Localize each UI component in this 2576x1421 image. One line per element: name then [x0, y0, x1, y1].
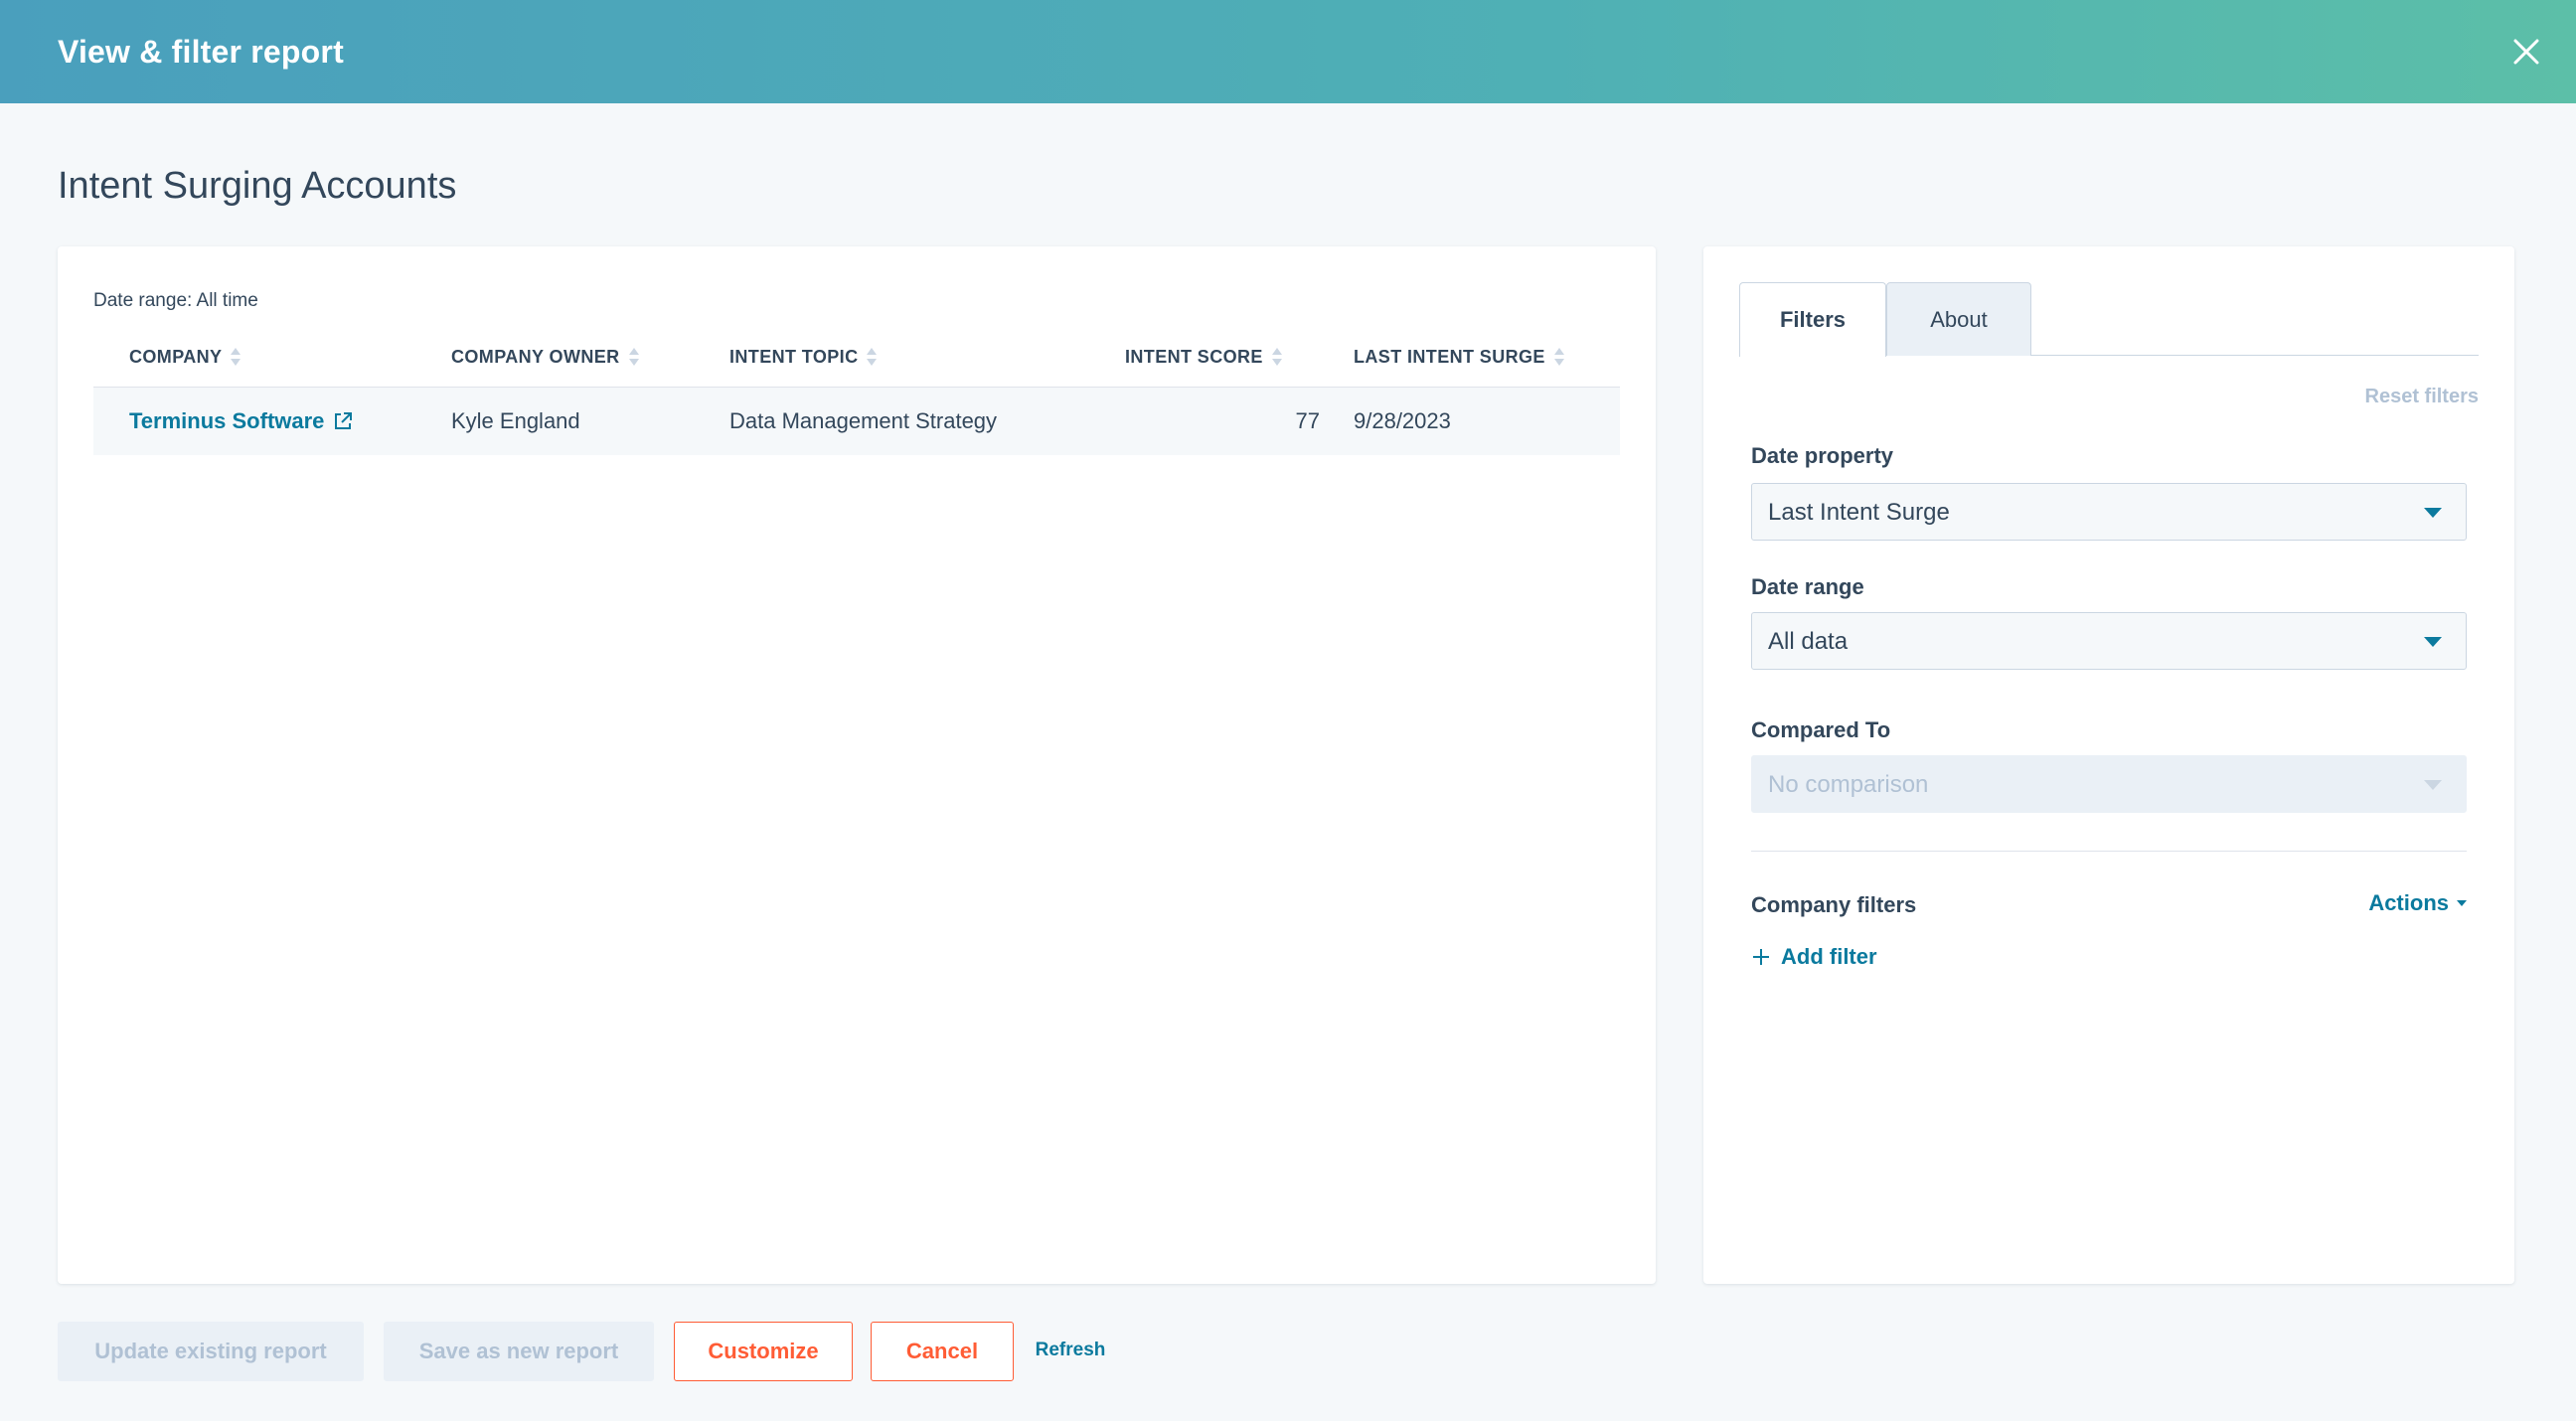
- plus-icon: [1753, 949, 1769, 965]
- sort-icon: [231, 348, 242, 366]
- column-header-label: COMPANY OWNER: [451, 347, 620, 367]
- company-link[interactable]: Terminus Software: [129, 388, 354, 455]
- external-link-icon: [335, 412, 353, 429]
- close-button[interactable]: [2504, 30, 2548, 74]
- compared-to-value: No comparison: [1768, 771, 1929, 798]
- intent-score-cell: 77: [1295, 408, 1320, 433]
- report-table: COMPANY COMPANY OWNER INTENT TOPIC INTEN…: [93, 326, 1620, 455]
- sort-icon: [1271, 348, 1282, 366]
- tab-filters[interactable]: Filters: [1739, 282, 1886, 357]
- column-header-label: COMPANY: [129, 347, 223, 367]
- filter-tabs: Filters About: [1739, 282, 2479, 357]
- table-row: Terminus Software Kyle England Data Mana…: [93, 388, 1620, 455]
- report-table-card: Date range: All time COMPANY COMPANY OWN…: [58, 246, 1656, 1284]
- save-as-new-report-button[interactable]: Save as new report: [384, 1322, 654, 1381]
- intent-topic-cell: Data Management Strategy: [729, 408, 998, 433]
- page-title: Intent Surging Accounts: [58, 165, 457, 207]
- date-range-select[interactable]: All data: [1751, 612, 2467, 670]
- actions-label: Actions: [2368, 890, 2449, 915]
- tab-about[interactable]: About: [1886, 282, 2031, 356]
- modal-header: View & filter report: [0, 0, 2576, 103]
- date-property-label: Date property: [1751, 443, 1894, 468]
- chevron-down-icon: [2424, 637, 2442, 647]
- date-property-value: Last Intent Surge: [1768, 499, 1950, 526]
- sort-icon: [1553, 348, 1564, 366]
- column-header-label: LAST INTENT SURGE: [1354, 347, 1545, 367]
- date-range-label: Date range: All time: [93, 290, 258, 311]
- close-icon: [2513, 39, 2539, 65]
- modal-title: View & filter report: [58, 34, 344, 70]
- sort-icon: [867, 348, 878, 366]
- filters-panel: Filters About Reset filters Date propert…: [1703, 246, 2514, 1284]
- company-name: Terminus Software: [129, 408, 325, 433]
- date-range-value: All data: [1768, 628, 1849, 655]
- chevron-down-icon: [2424, 508, 2442, 518]
- actions-dropdown[interactable]: Actions: [2368, 890, 2467, 916]
- customize-button[interactable]: Customize: [674, 1322, 853, 1381]
- compared-to-label: Compared To: [1751, 717, 1891, 742]
- date-range-field-label: Date range: [1751, 574, 1864, 599]
- table-header: COMPANY COMPANY OWNER INTENT TOPIC INTEN…: [93, 326, 1620, 388]
- date-property-select[interactable]: Last Intent Surge: [1751, 483, 2467, 541]
- column-header-intent-score[interactable]: INTENT SCORE: [1125, 326, 1283, 388]
- reset-filters-button[interactable]: Reset filters: [2365, 386, 2480, 408]
- column-header-company[interactable]: COMPANY: [129, 326, 242, 388]
- compared-to-select: No comparison: [1751, 755, 2467, 813]
- cancel-button[interactable]: Cancel: [871, 1322, 1014, 1381]
- caret-down-icon: [2457, 900, 2467, 906]
- chevron-down-icon: [2424, 780, 2442, 790]
- column-header-company-owner[interactable]: COMPANY OWNER: [451, 326, 640, 388]
- column-header-last-intent-surge[interactable]: LAST INTENT SURGE: [1354, 326, 1565, 388]
- column-header-label: INTENT SCORE: [1125, 347, 1263, 367]
- company-filters-label: Company filters: [1751, 892, 1917, 917]
- refresh-button[interactable]: Refresh: [1024, 1322, 1117, 1381]
- add-filter-label: Add filter: [1781, 944, 1877, 969]
- update-existing-report-button[interactable]: Update existing report: [58, 1322, 364, 1381]
- last-intent-surge-cell: 9/28/2023: [1354, 408, 1451, 433]
- company-owner-cell: Kyle England: [451, 408, 580, 433]
- column-header-intent-topic[interactable]: INTENT TOPIC: [729, 326, 878, 388]
- divider: [1751, 851, 2467, 852]
- column-header-label: INTENT TOPIC: [729, 347, 859, 367]
- add-filter-button[interactable]: Add filter: [1751, 944, 1877, 970]
- sort-icon: [628, 348, 639, 366]
